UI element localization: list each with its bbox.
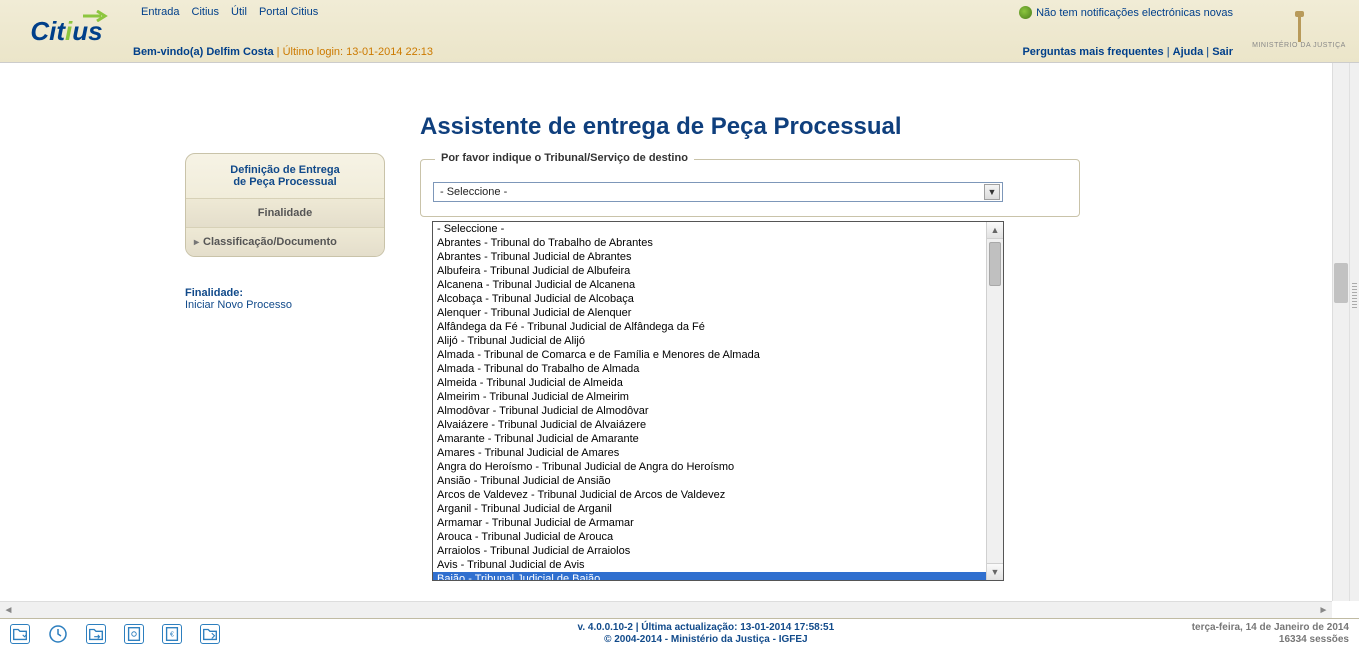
top-menu: Entrada Citius Útil Portal Citius [133,6,899,18]
dropdown-option[interactable]: Arganil - Tribunal Judicial de Arganil [433,502,986,516]
faq-link[interactable]: Perguntas mais frequentes [1022,46,1163,58]
dropdown-option[interactable]: Arraiolos - Tribunal Judicial de Arraiol… [433,544,986,558]
sidebar-info: Finalidade: Iniciar Novo Processo [185,287,385,311]
step-definicao-entrega[interactable]: Definição de Entrega de Peça Processual [186,154,384,199]
ministerio-logo: MINISTÉRIO DA JUSTIÇA [1239,0,1359,62]
chevron-right-icon: ▸ [194,237,199,248]
dropdown-option[interactable]: Almada - Tribunal de Comarca e de Famíli… [433,348,986,362]
dropdown-option[interactable]: Avis - Tribunal Judicial de Avis [433,558,986,572]
footer-right: terça-feira, 14 de Janeiro de 2014 16334… [1192,622,1349,646]
menu-citius[interactable]: Citius [192,6,220,18]
scroll-up-icon[interactable]: ▲ [987,222,1003,239]
dropdown-option[interactable]: Armamar - Tribunal Judicial de Armamar [433,516,986,530]
dropdown-option[interactable]: Alenquer - Tribunal Judicial de Alenquer [433,306,986,320]
footer-sessions: 16334 sessões [1192,634,1349,646]
step-finalidade[interactable]: Finalidade [186,199,384,228]
dropdown-option[interactable]: Albufeira - Tribunal Judicial de Albufei… [433,264,986,278]
welcome-prefix: Bem-vindo(a) [133,46,206,58]
menu-entrada[interactable]: Entrada [141,6,180,18]
main-area: Assistente de entrega de Peça Processual… [420,113,1080,229]
dropdown-option[interactable]: Almeirim - Tribunal Judicial de Almeirim [433,390,986,404]
last-login-label: Último login: [280,46,347,58]
dropdown-option[interactable]: Ansião - Tribunal Judicial de Ansião [433,474,986,488]
notification-text: Não tem notificações electrónicas novas [1036,7,1233,19]
globe-notification-icon [1019,6,1032,19]
logout-link[interactable]: Sair [1212,46,1233,58]
tribunal-select[interactable]: - Seleccione - ▼ [433,182,1003,202]
footer-center: v. 4.0.0.10-2 | Última actualização: 13-… [220,622,1192,646]
copyright-line: © 2004-2014 - Ministério da Justiça - IG… [220,634,1192,646]
dropdown-option[interactable]: Arcos de Valdevez - Tribunal Judicial de… [433,488,986,502]
select-value: - Seleccione - [440,186,507,198]
logo-text: Cit [30,16,65,46]
version-line: v. 4.0.0.10-2 | Última actualização: 13-… [220,622,1192,634]
content-viewport: Definição de Entrega de Peça Processual … [0,63,1332,601]
notifications-link[interactable]: Não tem notificações electrónicas novas [1019,6,1233,19]
fieldset-legend: Por favor indique o Tribunal/Serviço de … [435,152,694,164]
scroll-thumb[interactable] [989,242,1001,286]
dropdown-option[interactable]: Alcanena - Tribunal Judicial de Alcanena [433,278,986,292]
step2-label: Finalidade [258,207,312,219]
logo[interactable]: Citius [0,0,133,62]
tribunal-dropdown[interactable]: - Seleccione -Abrantes - Tribunal do Tra… [432,221,1004,581]
document-gear-icon[interactable] [124,624,144,644]
finalidade-value: Iniciar Novo Processo [185,299,385,311]
dropdown-option[interactable]: Almeida - Tribunal Judicial de Almeida [433,376,986,390]
page-title: Assistente de entrega de Peça Processual [420,113,1080,141]
dropdown-option[interactable]: Alijó - Tribunal Judicial de Alijó [433,334,986,348]
footer-bar: € v. 4.0.0.10-2 | Última actualização: 1… [0,618,1359,649]
dropdown-option[interactable]: Amares - Tribunal Judicial de Amares [433,446,986,460]
step-classificacao-documento[interactable]: ▸ Classificação/Documento [186,228,384,256]
welcome-name: Delfim Costa [206,46,273,58]
help-link[interactable]: Ajuda [1173,46,1204,58]
scroll-down-icon[interactable]: ▼ [987,563,1003,580]
chevron-down-icon: ▼ [984,184,1000,200]
dropdown-scrollbar[interactable]: ▲ ▼ [986,222,1003,580]
scroll-left-icon[interactable]: ◄ [0,602,17,619]
dropdown-option[interactable]: Arouca - Tribunal Judicial de Arouca [433,530,986,544]
splitter-handle[interactable] [1349,63,1359,601]
menu-portal-citius[interactable]: Portal Citius [259,6,318,18]
welcome-line: Bem-vindo(a) Delfim Costa | Último login… [133,46,899,58]
dropdown-option[interactable]: Abrantes - Tribunal do Trabalho de Abran… [433,236,986,250]
page-horizontal-scrollbar[interactable]: ◄ ► [0,601,1332,618]
dropdown-option[interactable]: Baião - Tribunal Judicial de Baião [433,572,986,580]
document-euro-icon[interactable]: € [162,624,182,644]
finalidade-label: Finalidade: [185,287,385,299]
dropdown-option[interactable]: Angra do Heroísmo - Tribunal Judicial de… [433,460,986,474]
step3-label: Classificação/Documento [203,236,337,248]
dropdown-option[interactable]: Almodôvar - Tribunal Judicial de Almodôv… [433,404,986,418]
dropdown-option[interactable]: Alvaiázere - Tribunal Judicial de Alvaiá… [433,418,986,432]
svg-text:€: € [170,630,174,639]
header-bar: Citius Entrada Citius Útil Portal Citius… [0,0,1359,63]
footer-icons: € [10,624,220,644]
dropdown-option[interactable]: Amarante - Tribunal Judicial de Amarante [433,432,986,446]
dropdown-option[interactable]: Alcobaça - Tribunal Judicial de Alcobaça [433,292,986,306]
arrow-right-icon [83,10,109,22]
wizard-steps: Definição de Entrega de Peça Processual … [185,153,385,257]
clock-icon[interactable] [48,624,68,644]
menu-util[interactable]: Útil [231,6,247,18]
dropdown-option[interactable]: Alfândega da Fé - Tribunal Judicial de A… [433,320,986,334]
folder-move-icon[interactable] [86,624,106,644]
footer-date: terça-feira, 14 de Janeiro de 2014 [1192,622,1349,634]
folder-export-icon[interactable] [200,624,220,644]
wizard-sidebar: Definição de Entrega de Peça Processual … [185,153,385,311]
help-links: Perguntas mais frequentes | Ajuda | Sair [1022,46,1233,58]
last-login-value: 13-01-2014 22:13 [346,46,433,58]
dropdown-option[interactable]: Almada - Tribunal do Trabalho de Almada [433,362,986,376]
page-vertical-scrollbar[interactable] [1332,63,1349,601]
tribunal-fieldset: Por favor indique o Tribunal/Serviço de … [420,159,1080,217]
dropdown-options: - Seleccione -Abrantes - Tribunal do Tra… [433,222,986,580]
step1-line2: de Peça Processual [233,176,336,188]
step1-line1: Definição de Entrega [230,164,339,176]
dropdown-option[interactable]: Abrantes - Tribunal Judicial de Abrantes [433,250,986,264]
grip-icon [1352,283,1357,309]
dropdown-option[interactable]: - Seleccione - [433,222,986,236]
scroll-thumb[interactable] [1334,263,1348,303]
scroll-right-icon[interactable]: ► [1315,602,1332,619]
ministerio-label: MINISTÉRIO DA JUSTIÇA [1252,42,1346,49]
folder-download-icon[interactable] [10,624,30,644]
